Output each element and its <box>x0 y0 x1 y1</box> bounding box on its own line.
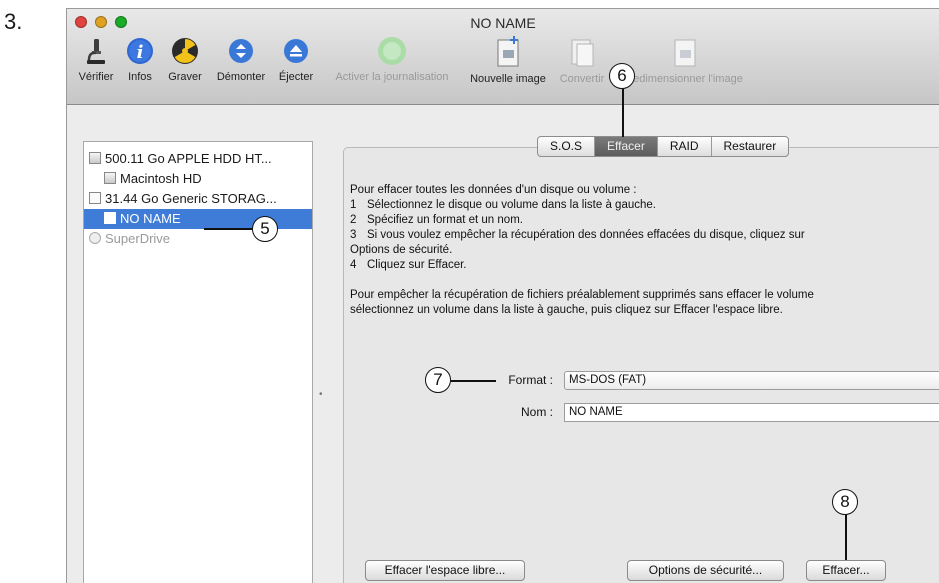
toolbar-convert-button: Convertir <box>552 36 612 85</box>
toolbar-new-image-button[interactable]: Nouvelle image <box>467 36 549 85</box>
toolbar-resize-image-button: Redimensionner l'image <box>615 36 753 85</box>
erase-free-space-button[interactable]: Effacer l'espace libre... <box>365 560 525 581</box>
instruction-step: 4 Cliquez sur Effacer. <box>350 259 467 271</box>
toolbar-journaling-label: Activer la journalisation <box>335 71 449 83</box>
toolbar-info-label: Infos <box>128 71 152 83</box>
toolbar-burn-button[interactable]: Graver <box>162 36 208 83</box>
toolbar-eject-label: Éjecter <box>278 71 314 83</box>
free-space-note: sélectionnez un volume dans la liste à g… <box>350 304 783 316</box>
callout-7-line <box>451 380 496 382</box>
callout-5-line <box>204 228 252 230</box>
device-list[interactable]: 500.11 Go APPLE HDD HT... Macintosh HD 3… <box>83 141 313 583</box>
tab-first-aid[interactable]: S.O.S <box>538 137 596 156</box>
split-view-handle[interactable]: • <box>319 389 323 400</box>
convert-icon <box>571 39 594 67</box>
toolbar: NO NAME Vérifier i Infos Graver Démonter… <box>67 9 939 105</box>
hard-drive-icon <box>89 152 101 164</box>
instructions-intro: Pour effacer toutes les données d'un dis… <box>350 184 637 196</box>
device-list-item[interactable]: 500.11 Go APPLE HDD HT... <box>89 149 309 169</box>
window-title: NO NAME <box>470 15 536 31</box>
toolbar-unmount-label: Démonter <box>216 71 266 83</box>
toolbar-resize-image-label: Redimensionner l'image <box>625 73 743 85</box>
tab-raid[interactable]: RAID <box>658 137 712 156</box>
svg-text:i: i <box>137 42 144 63</box>
step-number: 3. <box>4 9 23 34</box>
toolbar-burn-label: Graver <box>168 71 202 83</box>
new-image-icon <box>497 36 519 67</box>
callout-6: 6 <box>609 63 635 89</box>
toolbar-convert-label: Convertir <box>559 73 605 85</box>
erase-button[interactable]: Effacer... <box>806 560 886 581</box>
instruction-step: 3 Si vous voulez empêcher la récupération… <box>350 229 805 241</box>
callout-8-line <box>845 515 847 560</box>
tab-erase[interactable]: Effacer <box>595 137 658 156</box>
external-drive-icon <box>89 192 101 204</box>
name-field[interactable]: NO NAME <box>564 403 939 422</box>
microscope-icon <box>87 39 105 64</box>
free-space-note: Pour empêcher la récupération de fichier… <box>350 289 814 301</box>
disk-utility-window: NO NAME Vérifier i Infos Graver Démonter… <box>66 8 939 583</box>
toolbar-eject-button[interactable]: Éjecter <box>275 36 317 83</box>
volume-icon <box>104 172 116 184</box>
unmount-icon <box>229 39 253 63</box>
eject-icon <box>284 39 308 63</box>
format-select[interactable]: MS-DOS (FAT) <box>564 371 939 390</box>
toolbar-verify-button[interactable]: Vérifier <box>73 36 119 83</box>
instruction-step-continued: Options de sécurité. <box>350 244 453 256</box>
instruction-step: 1 Sélectionnez le disque ou volume dans l… <box>350 199 656 211</box>
toolbar-journaling-button: Activer la journalisation <box>318 36 466 83</box>
toolbar-new-image-label: Nouvelle image <box>470 73 546 85</box>
instruction-step: 2 Spécifiez un format et un nom. <box>350 214 523 226</box>
info-icon: i <box>127 38 153 64</box>
toolbar-verify-label: Vérifier <box>78 71 114 83</box>
resize-image-icon <box>674 39 696 67</box>
journaling-icon <box>378 37 406 65</box>
burn-icon <box>172 38 198 64</box>
callout-5: 5 <box>252 216 278 242</box>
callout-8: 8 <box>832 489 858 515</box>
security-options-button[interactable]: Options de sécurité... <box>627 560 784 581</box>
name-label: Nom : <box>520 405 553 419</box>
callout-7: 7 <box>425 367 451 393</box>
tab-bar: S.O.S Effacer RAID Restaurer <box>537 136 790 157</box>
callout-6-line <box>622 89 624 137</box>
device-list-item[interactable]: Macintosh HD <box>104 169 309 189</box>
toolbar-info-button[interactable]: i Infos <box>121 36 159 83</box>
toolbar-unmount-button[interactable]: Démonter <box>210 36 272 83</box>
tab-restore[interactable]: Restaurer <box>712 137 789 156</box>
optical-drive-icon <box>89 232 101 244</box>
volume-icon <box>104 212 116 224</box>
device-list-item[interactable]: 31.44 Go Generic STORAG... <box>89 189 309 209</box>
